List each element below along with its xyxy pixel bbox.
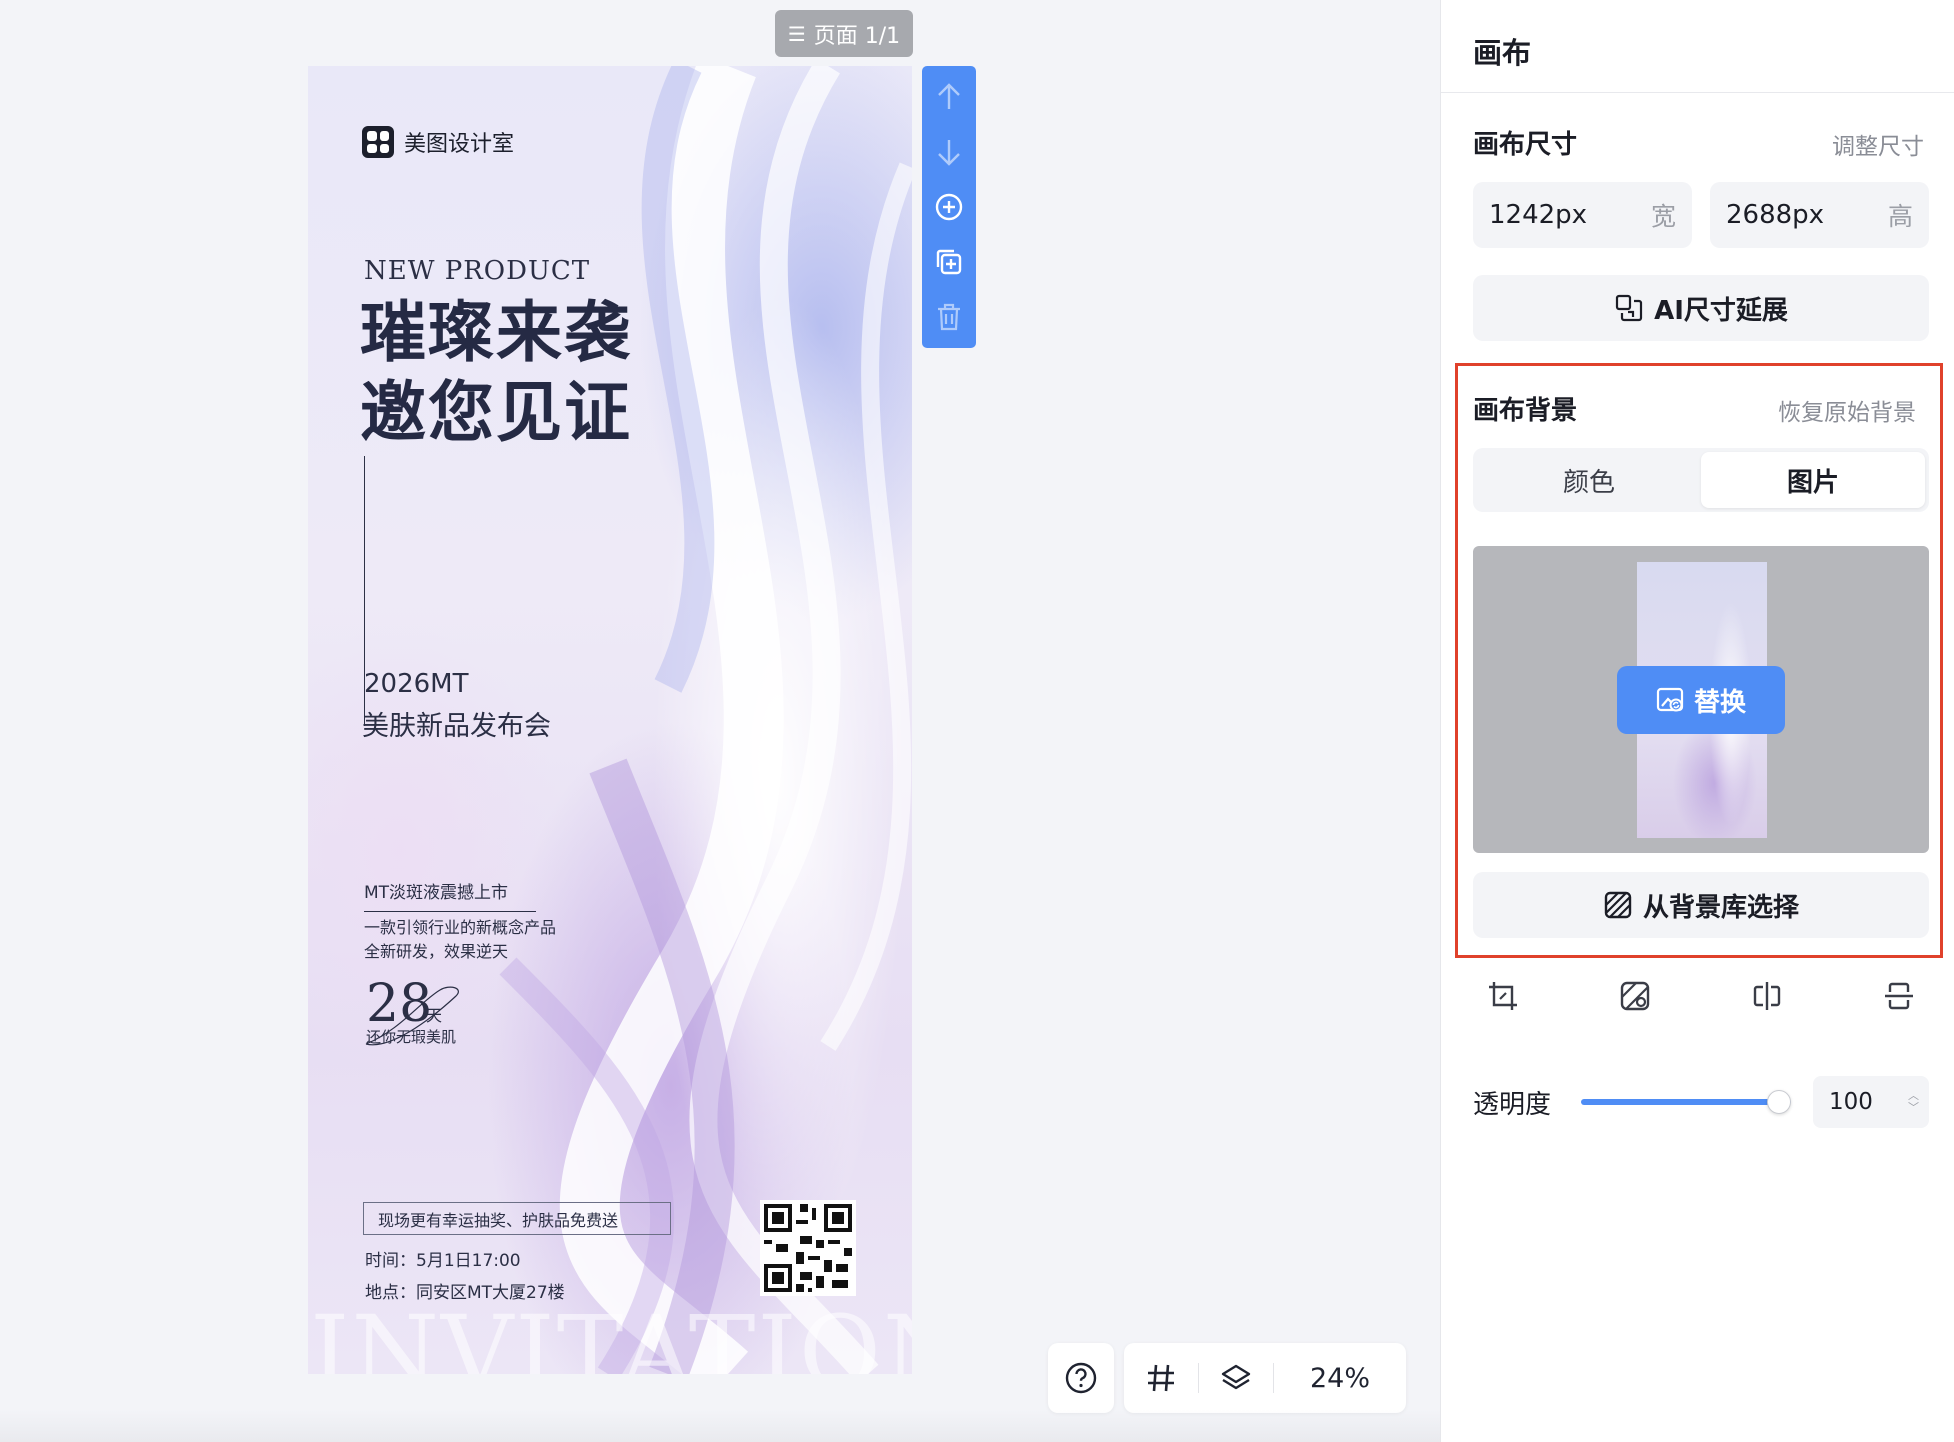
qr-code-icon bbox=[760, 1200, 856, 1296]
panel-title: 画布 bbox=[1473, 36, 1532, 70]
description-line-1: 一款引领行业的新概念产品 bbox=[364, 918, 557, 937]
help-circle-icon bbox=[1065, 1362, 1097, 1394]
view-controls: 24% bbox=[1124, 1343, 1406, 1413]
brand-logo-group: 美图设计室 bbox=[362, 126, 514, 158]
lucky-draw-banner: 现场更有幸运抽奖、护肤品免费送 bbox=[363, 1202, 671, 1235]
headline-line-1: 璀璨来袭 bbox=[360, 293, 632, 371]
replace-label: 替换 bbox=[1693, 687, 1746, 718]
flip-horizontal-button[interactable] bbox=[1747, 976, 1787, 1016]
delete-page-button[interactable] bbox=[927, 293, 971, 342]
poster-eyebrow: NEW PRODUCT bbox=[364, 256, 591, 286]
slider-track bbox=[1581, 1099, 1791, 1105]
layers-icon[interactable] bbox=[1219, 1361, 1253, 1395]
flip-horizontal-icon bbox=[1753, 982, 1781, 1010]
meitu-logo-icon bbox=[362, 126, 394, 158]
event-time: 时间：5月1日17:00 bbox=[365, 1251, 521, 1271]
brand-name: 美图设计室 bbox=[404, 132, 515, 157]
description-line-2: 全新研发，效果逆天 bbox=[364, 942, 509, 961]
arrow-down-icon bbox=[938, 139, 960, 166]
opacity-label: 透明度 bbox=[1473, 1090, 1552, 1120]
ai-extend-button[interactable]: AI尺寸延展 bbox=[1473, 275, 1929, 341]
cutout-button[interactable] bbox=[1615, 976, 1655, 1016]
flip-vertical-icon bbox=[1885, 982, 1913, 1010]
height-value: 2688px bbox=[1726, 200, 1825, 230]
opacity-value: 100 bbox=[1829, 1089, 1873, 1115]
background-type-toggle: 颜色 图片 bbox=[1473, 448, 1929, 512]
crop-icon bbox=[1489, 982, 1517, 1010]
zoom-level[interactable]: 24% bbox=[1310, 1363, 1370, 1394]
canvas-size-title: 画布尺寸 bbox=[1473, 130, 1578, 160]
crop-button[interactable] bbox=[1483, 976, 1523, 1016]
divider bbox=[1273, 1363, 1274, 1393]
background-tools bbox=[1473, 976, 1929, 1016]
flip-vertical-button[interactable] bbox=[1879, 976, 1919, 1016]
event-name: 美肤新品发布会 bbox=[362, 711, 551, 742]
days-unit: 天 bbox=[426, 1006, 443, 1025]
trash-icon bbox=[938, 304, 960, 331]
add-page-button[interactable] bbox=[927, 182, 971, 231]
texture-icon bbox=[1604, 891, 1632, 919]
width-unit: 宽 bbox=[1650, 202, 1676, 231]
width-field[interactable]: 1242px 宽 bbox=[1473, 182, 1692, 248]
canvas-background-title: 画布背景 bbox=[1473, 396, 1578, 426]
grid-icon[interactable] bbox=[1144, 1361, 1178, 1395]
page-indicator-label: 页面 1/1 bbox=[813, 23, 901, 49]
opacity-slider[interactable] bbox=[1581, 1090, 1791, 1114]
list-icon: ☰ bbox=[787, 21, 806, 46]
divider bbox=[1198, 1363, 1199, 1393]
tab-image[interactable]: 图片 bbox=[1701, 452, 1925, 508]
headline-line-2: 邀您见证 bbox=[360, 373, 632, 451]
restore-background-link[interactable]: 恢复原始背景 bbox=[1778, 393, 1916, 427]
opacity-input[interactable]: 100 ︿ ﹀ bbox=[1813, 1076, 1929, 1128]
height-field[interactable]: 2688px 高 bbox=[1710, 182, 1929, 248]
image-cutout-icon bbox=[1620, 981, 1650, 1011]
image-replace-icon bbox=[1656, 687, 1684, 712]
adjust-size-link[interactable]: 调整尺寸 bbox=[1832, 127, 1924, 161]
arrow-up-icon bbox=[938, 82, 960, 109]
move-page-down-button[interactable] bbox=[927, 127, 971, 176]
days-badge: 28 天 还你无瑕美肌 bbox=[365, 974, 459, 1046]
duplicate-page-button[interactable] bbox=[927, 238, 971, 287]
canvas-workspace: ☰ 页面 1/1 美图设计室 NEW PRODUCT 璀璨来袭 邀您见证 202… bbox=[0, 0, 1440, 1442]
height-unit: 高 bbox=[1887, 202, 1913, 231]
duplicate-icon bbox=[936, 250, 962, 275]
library-label: 从背景库选择 bbox=[1642, 892, 1799, 923]
width-value: 1242px bbox=[1489, 200, 1588, 230]
bottom-shadow bbox=[0, 1410, 1440, 1442]
choose-from-library-button[interactable]: 从背景库选择 bbox=[1473, 872, 1929, 938]
page-indicator[interactable]: ☰ 页面 1/1 bbox=[775, 10, 913, 57]
poster-headline: 璀璨来袭 邀您见证 bbox=[360, 292, 632, 452]
plus-circle-icon bbox=[935, 193, 963, 221]
product-sub-title: MT淡斑液震撼上市 bbox=[364, 878, 536, 912]
slider-handle[interactable] bbox=[1767, 1090, 1791, 1114]
days-caption: 还你无瑕美肌 bbox=[366, 1028, 457, 1046]
ai-resize-icon bbox=[1615, 294, 1643, 322]
invitation-watermark: INVITATION bbox=[310, 1294, 912, 1374]
design-canvas-poster[interactable]: 美图设计室 NEW PRODUCT 璀璨来袭 邀您见证 2026MT 美肤新品发… bbox=[308, 66, 912, 1374]
help-button[interactable] bbox=[1048, 1343, 1114, 1413]
divider bbox=[1441, 92, 1954, 93]
stepper-arrows-icon[interactable]: ︿ ﹀ bbox=[1908, 1090, 1919, 1114]
replace-background-button[interactable]: 替换 bbox=[1617, 666, 1785, 734]
ai-extend-label: AI尺寸延展 bbox=[1654, 295, 1788, 326]
canvas-properties-panel: 画布 画布尺寸 调整尺寸 1242px 宽 2688px 高 AI尺寸延展 画布… bbox=[1440, 0, 1954, 1442]
product-description: 一款引领行业的新概念产品 全新研发，效果逆天 bbox=[364, 916, 556, 964]
background-preview: 替换 bbox=[1473, 546, 1929, 853]
move-page-up-button[interactable] bbox=[927, 72, 971, 121]
tab-color[interactable]: 颜色 bbox=[1477, 452, 1701, 508]
event-year: 2026MT bbox=[364, 669, 469, 699]
page-toolbar bbox=[922, 66, 976, 348]
